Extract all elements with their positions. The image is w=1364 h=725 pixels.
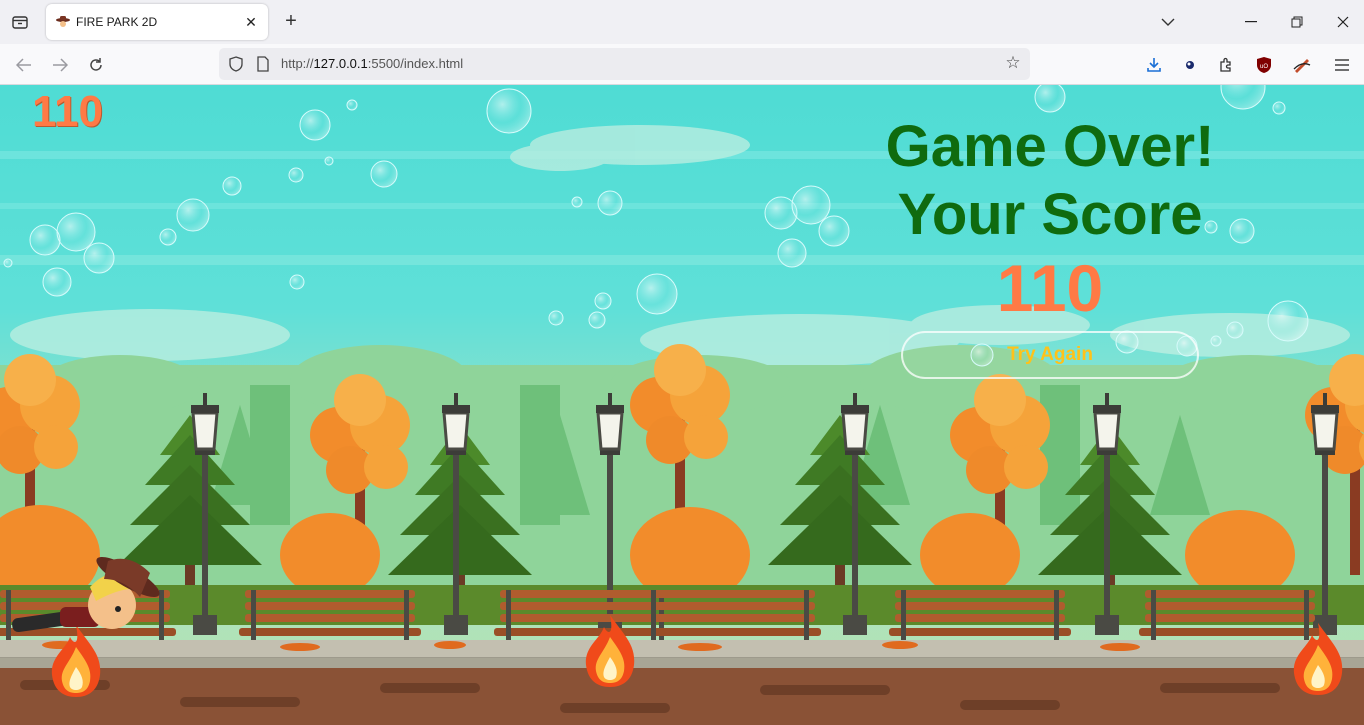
page-icon[interactable] <box>256 56 270 72</box>
star-icon[interactable]: ☆ <box>1004 53 1022 72</box>
tab-title: FIRE PARK 2D <box>76 15 158 29</box>
extension-pen-icon[interactable] <box>1290 53 1314 77</box>
new-tab-button[interactable]: + <box>280 10 302 32</box>
chevron-down-icon[interactable] <box>1155 10 1181 34</box>
game-canvas[interactable]: 110 Game Over! Your Score 110 Try Again <box>0 85 1364 725</box>
navigation-bar: http://127.0.0.1:5500/index.html ☆ uO <box>0 44 1364 85</box>
player-character <box>12 557 160 633</box>
puzzle-icon[interactable] <box>1214 53 1238 77</box>
url-path: :5500/index.html <box>367 56 464 71</box>
download-icon[interactable] <box>1142 53 1166 77</box>
arrow-left-icon[interactable] <box>12 53 36 77</box>
url-bar[interactable]: http://127.0.0.1:5500/index.html ☆ <box>219 48 1030 80</box>
shield-icon[interactable] <box>228 56 244 72</box>
restore-icon[interactable] <box>1284 10 1310 34</box>
arrow-right-icon[interactable] <box>48 53 72 77</box>
tab-bar: FIRE PARK 2D ✕ + <box>0 0 1364 44</box>
svg-text:uO: uO <box>1260 64 1268 70</box>
extension-dot-icon[interactable] <box>1178 53 1202 77</box>
fire-obstacle <box>1293 623 1343 695</box>
reload-icon[interactable] <box>84 53 108 77</box>
try-again-button[interactable]: Try Again <box>901 331 1199 379</box>
ublock-icon[interactable]: uO <box>1252 53 1276 77</box>
minimize-icon[interactable] <box>1238 10 1264 34</box>
tab-list-icon[interactable] <box>8 10 32 34</box>
close-tab-icon[interactable]: ✕ <box>242 13 260 31</box>
final-score: 110 <box>996 251 1104 325</box>
game-over-title: Game Over! <box>885 114 1215 179</box>
url-host: 127.0.0.1 <box>313 56 368 71</box>
game-over-panel: Game Over! Your Score 110 <box>870 113 1230 325</box>
url-prefix: http:// <box>281 56 314 71</box>
fire-obstacle <box>585 615 635 687</box>
cowboy-favicon-icon <box>55 15 71 29</box>
browser-tab[interactable]: FIRE PARK 2D ✕ <box>46 4 268 40</box>
score-counter: 110 <box>32 87 103 136</box>
url-text[interactable]: http://127.0.0.1:5500/index.html <box>281 56 463 71</box>
your-score-label: Your Score <box>897 182 1203 247</box>
close-window-icon[interactable] <box>1330 10 1356 34</box>
hamburger-icon[interactable] <box>1330 53 1354 77</box>
